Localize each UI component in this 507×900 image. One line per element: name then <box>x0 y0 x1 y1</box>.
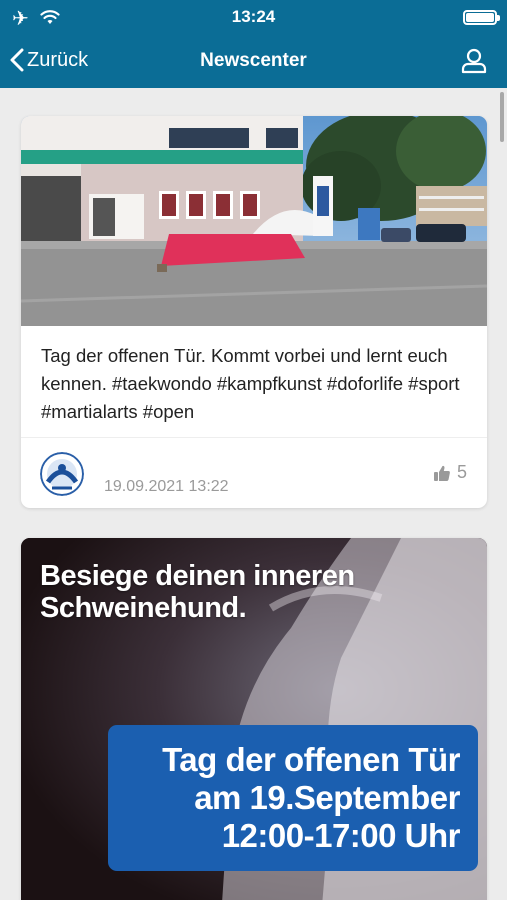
post-footer: 19.09.2021 13:22 5 <box>21 437 487 508</box>
thumbs-up-icon <box>433 465 450 481</box>
news-card[interactable]: Tag der offenen Tür. Kommt vorbei und le… <box>21 116 487 508</box>
poster-box-line: Tag der offenen Tür <box>162 741 460 778</box>
back-label: Zurück <box>27 48 89 71</box>
post-poster-image: Besiege deinen inneren Schweinehund. Tag… <box>21 538 487 900</box>
back-button[interactable]: Zurück <box>10 48 88 72</box>
poster-headline-line: Schweinehund. <box>40 592 247 624</box>
like-count: 5 <box>456 462 467 482</box>
chevron-left-icon <box>10 48 24 72</box>
post-date: 19.09.2021 13:22 <box>104 478 229 495</box>
poster-event-box: Tag der offenen Tür am 19.September 12:0… <box>108 725 478 871</box>
poster-headline: Besiege deinen inneren Schweinehund. <box>40 560 355 624</box>
poster-box-line: 12:00-17:00 Uhr <box>221 817 461 854</box>
scrollbar[interactable] <box>500 92 504 142</box>
poster-headline-line: Besiege deinen inneren <box>40 560 355 592</box>
like-button[interactable]: 5 <box>433 462 467 483</box>
news-feed[interactable]: Tag der offenen Tür. Kommt vorbei und le… <box>0 88 507 900</box>
navigation-bar: Zurück Newscenter <box>0 36 507 88</box>
news-card[interactable]: Besiege deinen inneren Schweinehund. Tag… <box>21 538 487 900</box>
post-text: Tag der offenen Tür. Kommt vorbei und le… <box>41 345 460 422</box>
user-icon[interactable] <box>461 48 487 74</box>
status-bar: ✈ 13:24 <box>0 0 507 36</box>
battery-icon <box>463 10 500 25</box>
status-time: 13:24 <box>231 7 276 26</box>
poster-box-line: am 19.September <box>194 779 460 816</box>
post-image <box>21 116 487 326</box>
club-logo <box>40 452 84 496</box>
